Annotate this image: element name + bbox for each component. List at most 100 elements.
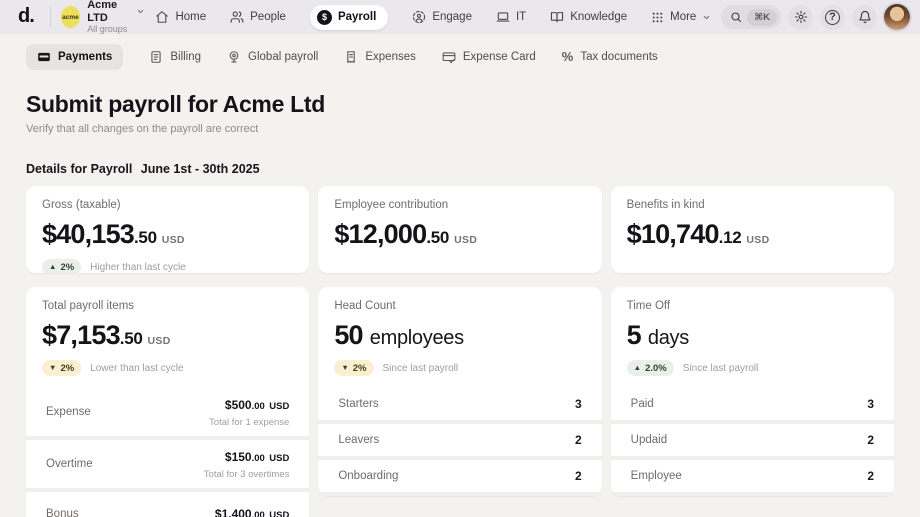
item-cents: .00 — [252, 401, 265, 412]
list-item-onboarding[interactable]: Onboarding 2 — [318, 460, 601, 492]
card-label: Head Count — [334, 300, 585, 312]
nav-label: IT — [516, 11, 526, 23]
card-label: Time Off — [627, 300, 878, 312]
tab-expenses[interactable]: Expenses — [344, 44, 416, 70]
payroll-items-list: Expense $500.00 USD Total for 1 expense … — [26, 388, 309, 517]
tab-label: Expense Card — [463, 51, 536, 63]
tab-global-payroll[interactable]: Global payroll — [227, 44, 318, 70]
help-button[interactable]: ? — [820, 5, 845, 30]
list-item-expense[interactable]: Expense $500.00 USD Total for 1 expense — [26, 388, 309, 436]
book-icon — [550, 10, 564, 24]
question-icon: ? — [825, 10, 840, 25]
currency-label: USD — [162, 234, 185, 246]
payments-card-icon — [37, 50, 51, 64]
card-employee-contribution: Employee contribution $12,000.50 USD — [318, 186, 601, 273]
tab-billing[interactable]: Billing — [149, 44, 201, 70]
item-currency: USD — [269, 401, 289, 412]
head-count-suffix: employees — [370, 327, 464, 350]
card-time-off: Time Off 5 days ▲ 2.0% Since last payrol… — [611, 287, 894, 496]
nav-label: Home — [175, 11, 206, 23]
trend-value: 2% — [60, 262, 74, 273]
page-subtitle: Verify that all changes on the payroll a… — [26, 123, 894, 135]
currency-label: USD — [454, 234, 477, 246]
item-label: Onboarding — [338, 470, 398, 482]
org-switcher[interactable]: acme Acme LTD All groups — [61, 0, 146, 35]
engage-icon — [412, 10, 426, 24]
item-amount: $500 — [225, 398, 252, 412]
summary-cards-row: Gross (taxable) $40,153.50 USD ▲ 2% High… — [0, 186, 920, 273]
settings-button[interactable] — [788, 5, 813, 30]
item-cents: .00 — [252, 510, 265, 517]
payroll-dollar-icon: $ — [317, 10, 332, 25]
card-gross-taxable: Gross (taxable) $40,153.50 USD ▲ 2% High… — [26, 186, 309, 273]
tab-label: Billing — [170, 51, 201, 63]
card-label: Gross (taxable) — [42, 199, 293, 211]
nav-label: Engage — [432, 11, 472, 23]
search-button[interactable]: ⌘K — [721, 5, 781, 29]
time-off-value: 5 — [627, 320, 641, 351]
list-item-updaid[interactable]: Updaid 2 — [611, 424, 894, 456]
nav-label: People — [250, 11, 286, 23]
item-label: Expense — [46, 406, 91, 418]
tab-label: Tax documents — [580, 51, 657, 63]
notifications-button[interactable] — [852, 5, 877, 30]
nav-item-payroll[interactable]: $ Payroll — [310, 5, 388, 30]
trend-note: Since last payroll — [383, 363, 459, 374]
deel-logo[interactable]: d. — [10, 5, 40, 30]
page-title: Submit payroll for Acme Ltd — [26, 91, 894, 118]
list-item-bonus[interactable]: Bonus $1.400.00 USD — [26, 492, 309, 517]
item-value: 2 — [575, 433, 582, 447]
nav-item-knowledge[interactable]: Knowledge — [550, 10, 627, 24]
detail-cards-row: Total payroll items $7,153.50 USD ▼ 2% L… — [0, 287, 920, 517]
item-note: Total for 3 overtimes — [204, 469, 290, 480]
user-avatar[interactable] — [884, 4, 910, 30]
card-label: Total payroll items — [42, 300, 293, 312]
card-total-payroll-items: Total payroll items $7,153.50 USD ▼ 2% L… — [26, 287, 309, 517]
gear-icon — [794, 10, 808, 24]
item-note: Total for 1 expense — [209, 417, 289, 428]
global-payroll-pin-icon — [227, 50, 241, 64]
expense-card-icon — [442, 50, 456, 64]
nav-item-engage[interactable]: Engage — [412, 10, 472, 24]
top-bar: d. acme Acme LTD All groups Home People — [0, 0, 920, 34]
item-label: Bonus — [46, 508, 79, 517]
contribution-amount: $12,000 — [334, 219, 426, 250]
item-amount: $150 — [225, 450, 252, 464]
tab-label: Expenses — [365, 51, 416, 63]
nav-label: Knowledge — [570, 11, 627, 23]
card-benefits-in-kind: Benefits in kind $10,740.12 USD — [611, 186, 894, 273]
item-currency: USD — [269, 510, 289, 517]
list-item-starters[interactable]: Starters 3 — [318, 388, 601, 420]
card-label: Employee contribution — [334, 199, 585, 211]
divider — [50, 7, 51, 27]
head-count-value: 50 — [334, 320, 362, 351]
item-value: 3 — [575, 397, 582, 411]
nav-item-home[interactable]: Home — [155, 10, 206, 24]
org-avatar: acme — [61, 6, 81, 28]
list-item-employee[interactable]: Employee 2 — [611, 460, 894, 492]
list-item-paid[interactable]: Paid 3 — [611, 388, 894, 420]
item-label: Updaid — [631, 434, 667, 446]
details-heading: Details for Payroll June 1st - 30th 2025 — [26, 162, 894, 176]
tab-label: Payments — [58, 51, 112, 63]
tab-expense-card[interactable]: Expense Card — [442, 44, 536, 70]
payroll-items-cents: .50 — [120, 329, 143, 349]
tab-tax-documents[interactable]: % Tax documents — [562, 45, 658, 69]
grid-icon — [651, 11, 664, 24]
list-item-leavers[interactable]: Leavers 2 — [318, 424, 601, 456]
list-item-overtime[interactable]: Overtime $150.00 USD Total for 3 overtim… — [26, 440, 309, 488]
tab-payments[interactable]: Payments — [26, 44, 123, 70]
nav-item-people[interactable]: People — [230, 10, 286, 24]
trend-note: Since last payroll — [683, 363, 759, 374]
nav-item-it[interactable]: IT — [496, 10, 526, 24]
gross-amount: $40,153 — [42, 219, 134, 250]
nav-item-more[interactable]: More — [651, 11, 711, 24]
expenses-receipt-icon — [344, 50, 358, 64]
card-label: Benefits in kind — [627, 199, 878, 211]
item-cents: .00 — [252, 453, 265, 464]
trend-value: 2% — [60, 363, 74, 374]
item-label: Paid — [631, 398, 654, 410]
trend-badge: ▼ 2% — [42, 360, 81, 376]
home-icon — [155, 10, 169, 24]
trend-badge: ▲ 2.0% — [627, 360, 674, 376]
